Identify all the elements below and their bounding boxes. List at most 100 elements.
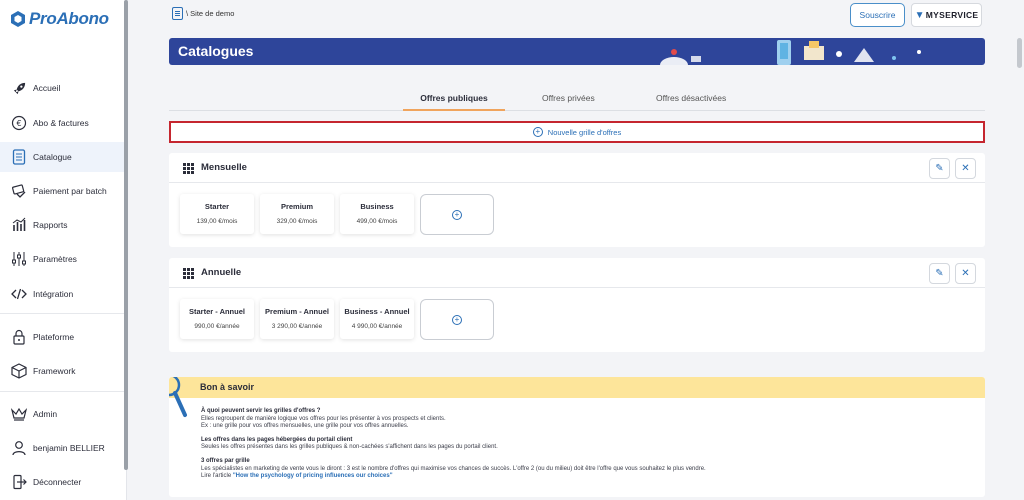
sidebar-item-paiement-batch[interactable]: Paiement par batch xyxy=(0,176,127,206)
settings-sliders-icon xyxy=(11,251,27,267)
sidebar-item-label: Intégration xyxy=(33,289,74,299)
document-icon xyxy=(172,7,183,20)
breadcrumb-site-label[interactable]: \ Site de demo xyxy=(186,9,234,18)
offer-card[interactable]: Business - Annuel 4 990,00 €/année xyxy=(340,299,414,339)
info-text: Elles regroupent de manière logique vos … xyxy=(201,415,446,422)
lock-icon xyxy=(11,329,27,345)
magnifier-icon xyxy=(169,377,187,417)
sidebar-item-label: Abo & factures xyxy=(33,118,89,128)
sidebar-item-label: Rapports xyxy=(33,220,68,230)
add-offer-button[interactable]: + xyxy=(420,299,494,340)
info-text: Les spécialistes en marketing de vente v… xyxy=(201,465,706,472)
offer-price: 4 990,00 €/année xyxy=(351,323,403,330)
delete-grid-button[interactable]: ✕ xyxy=(955,263,976,284)
sidebar-item-label: Plateforme xyxy=(33,332,75,342)
banner-illustration-icon xyxy=(660,40,921,65)
page-title: Catalogues xyxy=(178,43,254,59)
sidebar-item-parametres[interactable]: Paramètres xyxy=(0,244,127,274)
myservice-badge[interactable]: ▼ MYSERVICE xyxy=(911,3,982,27)
info-text: Lire l'article "How the psychology of pr… xyxy=(201,473,971,481)
offer-name: Premium - Annuel xyxy=(265,307,329,316)
sidebar-item-label: Paramètres xyxy=(33,254,77,264)
offer-price: 990,00 €/année xyxy=(194,323,240,330)
offer-card[interactable]: Premium 329,00 €/mois xyxy=(260,194,334,234)
myservice-label: MYSERVICE xyxy=(925,10,979,20)
close-icon: ✕ xyxy=(961,268,970,279)
offer-price: 329,00 €/mois xyxy=(276,218,318,225)
info-text: Ex : une grille pour vos offres mensuell… xyxy=(201,423,409,430)
offer-price: 139,00 €/mois xyxy=(196,218,238,225)
offer-card[interactable]: Premium - Annuel 3 290,00 €/année xyxy=(260,299,334,339)
sidebar: ProAbono Accueil € Abo & factures Catalo… xyxy=(0,0,127,500)
sidebar-divider xyxy=(0,313,124,314)
sidebar-item-abo-factures[interactable]: € Abo & factures xyxy=(0,108,127,138)
sidebar-item-deconnecter[interactable]: Déconnecter xyxy=(0,467,127,497)
offer-card[interactable]: Starter - Annuel 990,00 €/année xyxy=(180,299,254,339)
edit-grid-button[interactable]: ✎ xyxy=(929,263,950,284)
reports-icon xyxy=(11,217,27,233)
tab-offres-publiques[interactable]: Offres publiques xyxy=(403,91,505,111)
sidebar-item-integration[interactable]: Intégration xyxy=(0,279,127,309)
app-name: ProAbono xyxy=(29,9,109,28)
info-question: 3 offres par grille xyxy=(201,457,250,464)
edit-grid-button[interactable]: ✎ xyxy=(929,158,950,179)
sidebar-item-label: Admin xyxy=(33,409,58,419)
breadcrumb: \ Site de demo xyxy=(172,7,234,20)
add-offer-button[interactable]: + xyxy=(420,194,494,235)
offer-card[interactable]: Starter 139,00 €/mois xyxy=(180,194,254,234)
info-panel: Bon à savoir À quoi peuvent servir les g… xyxy=(169,377,985,497)
sidebar-item-accueil[interactable]: Accueil xyxy=(0,73,127,103)
article-link[interactable]: "How the psychology of pricing influence… xyxy=(233,473,393,479)
sidebar-item-rapports[interactable]: Rapports xyxy=(0,210,127,240)
sidebar-item-catalogue[interactable]: Catalogue xyxy=(0,142,127,172)
tab-offres-privees[interactable]: Offres privées xyxy=(542,91,595,111)
offer-name: Starter - Annuel xyxy=(189,307,245,316)
info-question: Les offres dans les pages hébergées du p… xyxy=(201,436,353,443)
rocket-icon xyxy=(11,80,27,96)
sidebar-item-framework[interactable]: Framework xyxy=(0,356,127,386)
sidebar-scrollbar[interactable] xyxy=(124,0,128,470)
info-panel-body: À quoi peuvent servir les grilles d'offr… xyxy=(201,408,971,481)
offer-grid-card: Annuelle ✎ ✕ Starter - Annuel 990,00 €/a… xyxy=(169,258,985,352)
sidebar-item-user[interactable]: benjamin BELLIER xyxy=(0,433,127,463)
offer-name: Premium xyxy=(280,202,314,211)
offer-grid-header: Mensuelle ✎ ✕ xyxy=(169,153,985,183)
grid-icon[interactable] xyxy=(183,268,194,279)
grid-icon[interactable] xyxy=(183,163,194,174)
sidebar-item-label: Déconnecter xyxy=(33,477,82,487)
page-scrollbar[interactable] xyxy=(1017,38,1022,68)
new-offer-grid-button[interactable]: + Nouvelle grille d'offres xyxy=(169,121,985,143)
offer-price: 3 290,00 €/année xyxy=(271,323,323,330)
cube-icon xyxy=(11,363,27,379)
euro-icon: € xyxy=(11,115,27,131)
offer-name: Business - Annuel xyxy=(344,307,410,316)
offer-name: Business xyxy=(360,202,394,211)
batch-payment-icon xyxy=(11,183,27,199)
catalog-icon xyxy=(11,149,27,165)
info-text-prefix: Lire l'article xyxy=(201,473,233,480)
sidebar-item-plateforme[interactable]: Plateforme xyxy=(0,322,127,352)
new-offer-grid-label: Nouvelle grille d'offres xyxy=(547,127,622,137)
sidebar-item-label: benjamin BELLIER xyxy=(33,443,105,453)
add-circle-icon: + xyxy=(452,209,462,220)
info-question: À quoi peuvent servir les grilles d'offr… xyxy=(201,408,321,414)
offer-card[interactable]: Business 499,00 €/mois xyxy=(340,194,414,234)
offer-grid-title: Annuelle xyxy=(201,267,242,278)
sidebar-item-label: Accueil xyxy=(33,83,61,93)
tab-offres-desactivees[interactable]: Offres désactivées xyxy=(656,91,726,111)
sidebar-item-admin[interactable]: Admin xyxy=(0,399,127,429)
offer-grid-header: Annuelle ✎ ✕ xyxy=(169,258,985,288)
offer-price: 499,00 €/mois xyxy=(356,218,398,225)
pencil-icon: ✎ xyxy=(935,268,944,279)
info-panel-title: Bon à savoir xyxy=(200,382,255,392)
app-logo[interactable]: ProAbono xyxy=(10,9,109,29)
pencil-icon: ✎ xyxy=(935,163,944,174)
offer-tabs: Offres publiques Offres privées Offres d… xyxy=(169,91,985,111)
svg-text:€: € xyxy=(16,119,21,128)
delete-grid-button[interactable]: ✕ xyxy=(955,158,976,179)
sidebar-divider xyxy=(0,391,124,392)
subscribe-button[interactable]: Souscrire xyxy=(850,3,905,27)
proabono-logo-icon xyxy=(10,10,26,28)
logout-icon xyxy=(11,474,27,490)
offer-grid-title: Mensuelle xyxy=(201,162,247,173)
